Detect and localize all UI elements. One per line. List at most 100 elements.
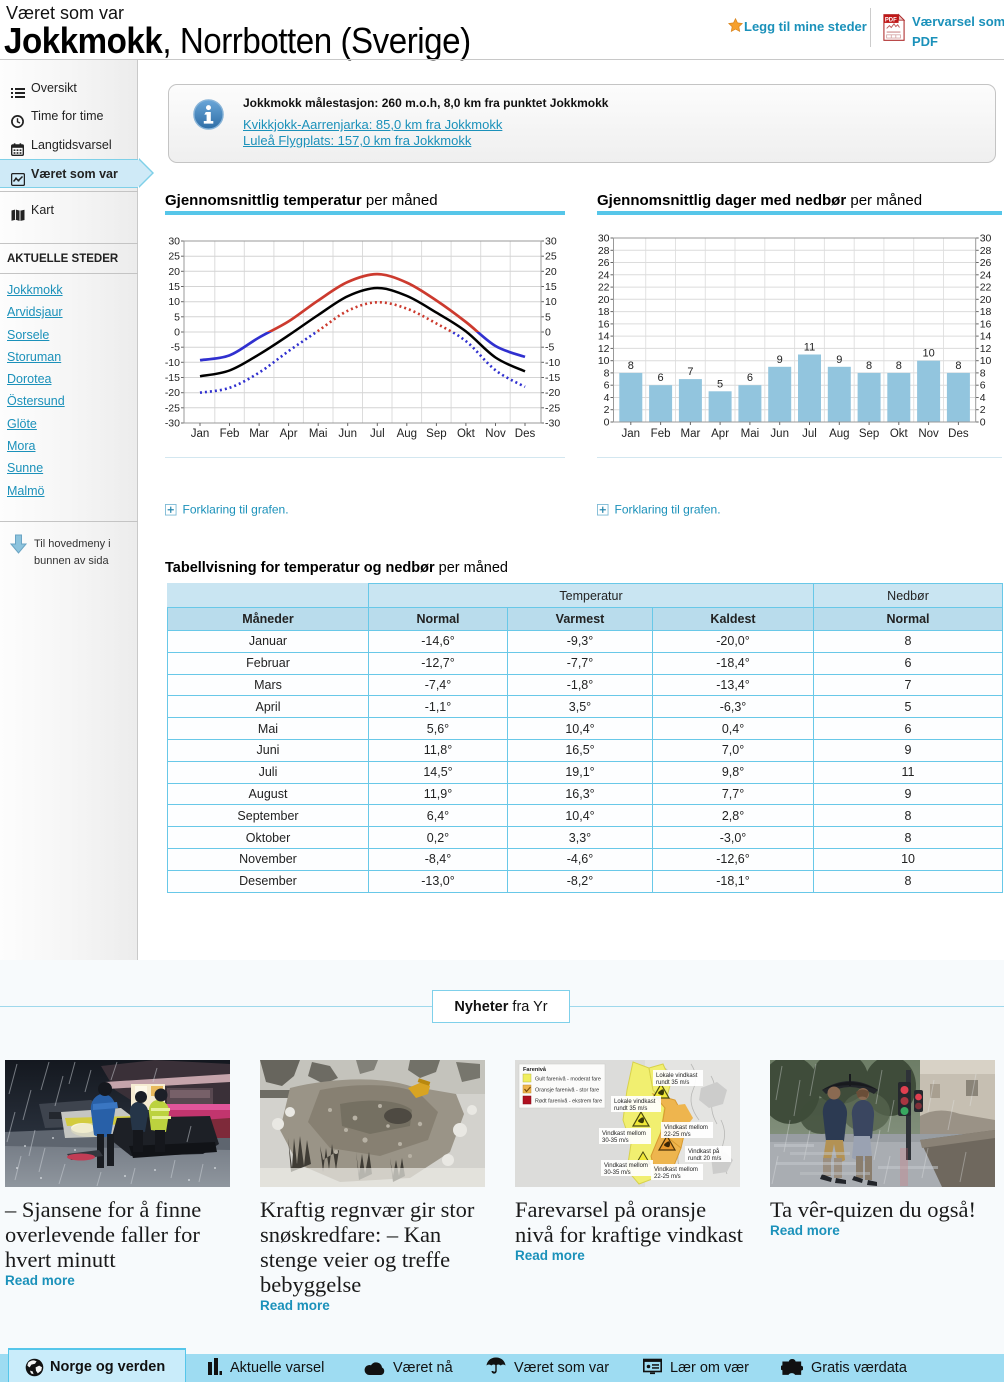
svg-text:rundt 20 m/s: rundt 20 m/s [688,1156,721,1162]
svg-text:24: 24 [980,269,992,281]
svg-text:PDF: PDF [885,17,897,23]
svg-text:12: 12 [598,343,610,355]
svg-text:20: 20 [980,294,992,306]
svg-text:10: 10 [922,348,934,360]
svg-text:rundt 35 m/s: rundt 35 m/s [614,1106,647,1112]
svg-text:6: 6 [980,380,986,392]
svg-text:20: 20 [168,266,180,278]
svg-text:20: 20 [545,266,557,278]
svg-text:20: 20 [598,294,610,306]
svg-text:9: 9 [836,354,842,366]
svg-text:30-35 m/s: 30-35 m/s [604,1170,631,1176]
svg-text:2: 2 [980,404,986,416]
svg-text:8: 8 [980,367,986,379]
svg-text:2: 2 [604,404,610,416]
svg-text:30-35 m/s: 30-35 m/s [602,1138,629,1144]
svg-text:Lokale vindkast: Lokale vindkast [656,1073,698,1079]
svg-text:-30: -30 [545,418,560,430]
svg-text:Jul: Jul [370,428,385,440]
svg-text:16: 16 [980,318,992,330]
svg-text:Jan: Jan [622,428,641,440]
svg-text:15: 15 [168,281,180,293]
svg-text:18: 18 [980,306,992,318]
svg-text:30: 30 [980,233,992,245]
svg-text:Feb: Feb [651,428,671,440]
svg-text:28: 28 [980,245,992,257]
svg-text:-5: -5 [171,342,180,354]
svg-text:Jun: Jun [338,428,357,440]
svg-text:Mai: Mai [309,428,328,440]
svg-text:5: 5 [717,378,723,390]
svg-text:-30: -30 [165,418,180,430]
svg-text:8: 8 [866,360,872,372]
svg-text:-20: -20 [165,387,180,399]
svg-text:Sep: Sep [859,428,879,440]
svg-text:30: 30 [545,236,557,248]
svg-text:6: 6 [604,380,610,392]
svg-text:22-25 m/s: 22-25 m/s [654,1174,681,1180]
svg-text:-10: -10 [545,357,560,369]
svg-text:5: 5 [545,311,551,323]
svg-text:Vindkast på: Vindkast på [688,1148,720,1155]
svg-text:-25: -25 [545,402,560,414]
svg-text:Vindkast mellom: Vindkast mellom [664,1125,708,1131]
svg-text:9: 9 [777,354,783,366]
svg-text:18: 18 [598,306,610,318]
svg-text:Aug: Aug [829,428,849,440]
svg-text:0: 0 [980,417,986,429]
svg-text:14: 14 [598,331,610,343]
svg-text:11: 11 [804,342,815,354]
svg-text:10: 10 [980,355,992,367]
svg-text:25: 25 [168,251,180,263]
svg-text:30: 30 [168,236,180,248]
svg-text:Gult farenivå - moderat fare: Gult farenivå - moderat fare [535,1076,601,1083]
svg-text:4: 4 [604,392,610,404]
svg-text:-15: -15 [165,372,180,384]
svg-text:Mar: Mar [249,428,269,440]
svg-text:Feb: Feb [220,428,240,440]
svg-text:Lokale vindkast: Lokale vindkast [614,1099,656,1105]
svg-text:-15: -15 [545,372,560,384]
svg-text:0: 0 [545,327,551,339]
svg-text:Mar: Mar [680,428,700,440]
svg-text:0: 0 [604,417,610,429]
svg-text:Sep: Sep [426,428,446,440]
svg-text:Farenivå: Farenivå [523,1066,547,1073]
svg-text:Apr: Apr [280,428,298,440]
svg-text:Vindkast mellom: Vindkast mellom [654,1167,698,1173]
svg-text:Apr: Apr [711,428,729,440]
svg-text:Vindkast mellom: Vindkast mellom [602,1131,646,1137]
svg-text:16: 16 [598,318,610,330]
svg-text:-20: -20 [545,387,560,399]
svg-text:Jun: Jun [770,428,789,440]
svg-text:22-25 m/s: 22-25 m/s [664,1132,691,1138]
svg-text:6: 6 [747,372,753,384]
svg-text:4: 4 [980,392,986,404]
svg-text:6: 6 [658,372,664,384]
svg-text:-10: -10 [165,357,180,369]
svg-text:Jan: Jan [191,428,210,440]
svg-text:0: 0 [174,327,180,339]
svg-text:14: 14 [980,331,992,343]
svg-text:Nov: Nov [918,428,939,440]
svg-text:8: 8 [896,360,902,372]
svg-text:15: 15 [545,281,557,293]
svg-text:28: 28 [598,245,610,257]
svg-text:-5: -5 [545,342,554,354]
svg-text:26: 26 [980,257,992,269]
svg-text:8: 8 [628,360,634,372]
svg-text:Oransje farenivå - stor fare: Oransje farenivå - stor fare [535,1087,599,1094]
svg-text:7: 7 [687,366,693,378]
svg-text:Mai: Mai [741,428,760,440]
svg-text:22: 22 [598,282,610,294]
svg-text:10: 10 [598,355,610,367]
svg-text:5: 5 [174,311,180,323]
svg-text:Aug: Aug [397,428,417,440]
svg-text:Okt: Okt [457,428,476,440]
svg-text:8: 8 [955,360,961,372]
svg-text:Nov: Nov [485,428,506,440]
svg-text:Rødt farenivå - ekstrem fare: Rødt farenivå - ekstrem fare [535,1098,602,1105]
svg-text:-25: -25 [165,402,180,414]
svg-text:rundt 35 m/s: rundt 35 m/s [656,1080,689,1086]
svg-text:24: 24 [598,269,610,281]
